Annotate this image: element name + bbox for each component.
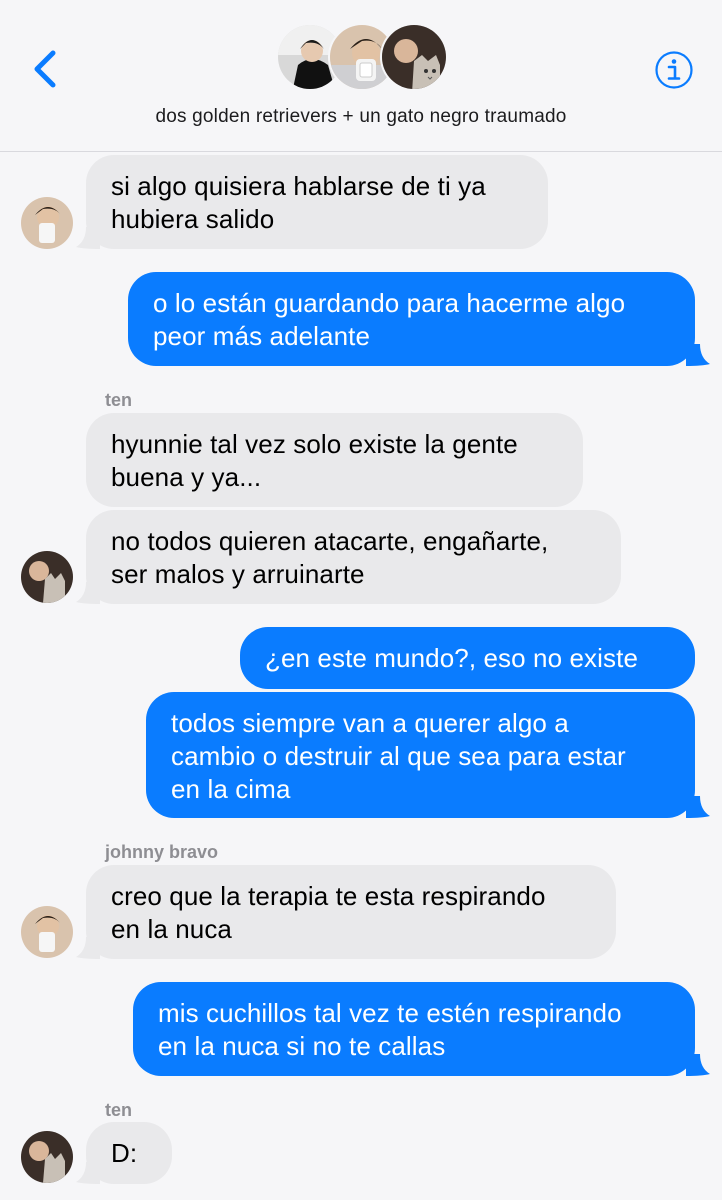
message-list[interactable]: si algo quisiera hablarse de ti ya hubie… — [0, 153, 722, 1200]
message-line: D: — [111, 1138, 138, 1168]
message-line: no todos quieren atacarte, engañarte, — [111, 526, 549, 556]
message-line: en la cima — [171, 774, 291, 804]
sender-avatar[interactable] — [21, 197, 73, 249]
outgoing-message-bubble[interactable]: mis cuchillos tal vez te estén respirand… — [133, 982, 695, 1076]
message-line: hyunnie tal vez solo existe la gente — [111, 429, 518, 459]
message-line: hubiera salido — [111, 204, 275, 234]
sender-name: johnny bravo — [105, 842, 219, 862]
incoming-bubble-tail — [76, 937, 100, 959]
sender-name: ten — [105, 1100, 132, 1120]
message-line: en la nuca — [111, 914, 232, 944]
group-name[interactable]: dos golden retrievers + un gato negro tr… — [0, 106, 722, 128]
outgoing-message-bubble[interactable]: o lo están guardando para hacerme algo p… — [128, 272, 695, 366]
incoming-bubble-tail — [76, 227, 100, 249]
chat-header: dos golden retrievers + un gato negro tr… — [0, 0, 722, 152]
outgoing-bubble-tail — [686, 796, 710, 818]
sender-avatar[interactable] — [21, 1131, 73, 1183]
member-avatar — [380, 23, 448, 91]
message-line: ¿en este mundo?, eso no existe — [265, 643, 639, 673]
message-line: o lo están guardando para hacerme algo — [153, 288, 626, 318]
incoming-message-bubble[interactable]: si algo quisiera hablarse de ti ya hubie… — [86, 155, 548, 249]
message-line: si algo quisiera hablarse de ti ya — [111, 171, 486, 201]
info-button[interactable] — [654, 50, 694, 90]
incoming-message-bubble[interactable]: no todos quieren atacarte, engañarte, se… — [86, 510, 621, 604]
message-line: creo que la terapia te esta respirando — [111, 881, 546, 911]
message-line: cambio o destruir al que sea para estar — [171, 741, 626, 771]
message-line: mis cuchillos tal vez te estén respirand… — [158, 998, 622, 1028]
message-line: ser malos y arruinarte — [111, 559, 365, 589]
outgoing-message-bubble[interactable]: todos siempre van a querer algo a cambio… — [146, 692, 695, 818]
sender-name: ten — [105, 390, 132, 410]
info-circle-icon — [655, 51, 693, 89]
message-line: en la nuca si no te callas — [158, 1031, 446, 1061]
outgoing-bubble-tail — [686, 344, 710, 366]
incoming-bubble-tail — [76, 582, 100, 604]
outgoing-message-bubble[interactable]: ¿en este mundo?, eso no existe — [240, 627, 695, 689]
back-button[interactable] — [26, 46, 66, 92]
outgoing-bubble-tail — [686, 1054, 710, 1076]
message-line: peor más adelante — [153, 321, 371, 351]
group-avatars[interactable] — [276, 23, 448, 93]
message-line: todos siempre van a querer algo a — [171, 708, 569, 738]
incoming-message-bubble[interactable]: hyunnie tal vez solo existe la gente bue… — [86, 413, 583, 507]
message-line: buena y ya... — [111, 462, 262, 492]
sender-avatar[interactable] — [21, 906, 73, 958]
sender-avatar[interactable] — [21, 551, 73, 603]
chevron-left-icon — [34, 50, 56, 88]
incoming-message-bubble[interactable]: creo que la terapia te esta respirando e… — [86, 865, 616, 959]
incoming-bubble-tail — [76, 1162, 100, 1184]
